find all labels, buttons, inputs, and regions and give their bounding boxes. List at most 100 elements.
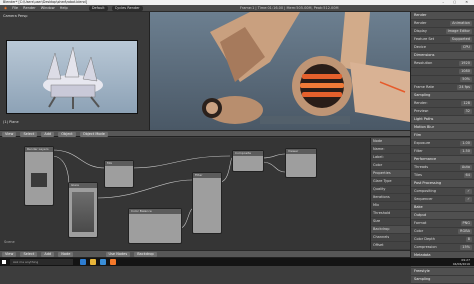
properties-field[interactable]: Color RGBA: [411, 228, 474, 236]
node-prop-row[interactable]: Channels: [371, 234, 410, 242]
properties-field-value[interactable]: 15%: [460, 245, 472, 250]
node-menu[interactable]: Node: [58, 252, 74, 257]
blender-taskbar-icon[interactable]: [110, 259, 116, 265]
properties-section-header[interactable]: Freestyle: [411, 268, 474, 276]
clock-date: 04/06/2016: [452, 262, 470, 266]
node-prop-row[interactable]: Quality: [371, 186, 410, 194]
camera-viewport[interactable]: Camera Persp (1) Plane: [0, 12, 150, 130]
properties-field[interactable]: Device CPU: [411, 44, 474, 52]
properties-field-value[interactable]: Animation: [450, 21, 472, 26]
node-select-menu[interactable]: Select: [20, 252, 38, 257]
menu-render[interactable]: Render: [23, 5, 35, 12]
node-filter[interactable]: Filter: [192, 172, 222, 234]
properties-section-header[interactable]: Post Processing: [411, 180, 474, 188]
add-menu[interactable]: Add: [41, 132, 55, 137]
taskbar-search[interactable]: Ask me anything: [10, 259, 73, 265]
properties-section-header[interactable]: Performance: [411, 156, 474, 164]
properties-field-value[interactable]: 50%: [460, 77, 472, 82]
node-prop-row[interactable]: Mix: [371, 202, 410, 210]
properties-field-value[interactable]: Image Editor: [445, 29, 472, 34]
backdrop-toggle[interactable]: Backdrop: [134, 252, 157, 257]
node-color-balance[interactable]: Color Balance: [128, 208, 182, 244]
use-nodes-toggle[interactable]: Use Nodes: [105, 252, 131, 257]
properties-field-value[interactable]: 64: [463, 173, 472, 178]
node-prop-row[interactable]: Offset: [371, 242, 410, 250]
blender-logo-icon[interactable]: ◉: [4, 5, 7, 12]
properties-field-value[interactable]: PNG: [460, 221, 472, 226]
properties-field-value[interactable]: 24 fps: [457, 85, 472, 90]
node-prop-row[interactable]: Threshold: [371, 210, 410, 218]
properties-field[interactable]: Color Depth 8: [411, 236, 474, 244]
properties-field-value[interactable]: ✓: [465, 197, 472, 202]
properties-field[interactable]: Resolution 1920: [411, 60, 474, 68]
properties-section-header[interactable]: Bake: [411, 204, 474, 212]
properties-field-value[interactable]: 128: [461, 101, 472, 106]
explorer-icon[interactable]: [90, 259, 96, 265]
properties-section-header[interactable]: Sampling: [411, 276, 474, 284]
properties-section-header[interactable]: Sampling: [411, 92, 474, 100]
properties-field-value[interactable]: CPU: [460, 45, 472, 50]
select-menu[interactable]: Select: [20, 132, 38, 137]
menu-help[interactable]: Help: [60, 5, 68, 12]
properties-section-header[interactable]: Light Paths: [411, 116, 474, 124]
node-mix[interactable]: Mix: [104, 160, 134, 188]
node-editor[interactable]: Render Layers Mix Glare Color Balance Fi…: [0, 138, 370, 250]
node-glare[interactable]: Glare: [68, 182, 98, 238]
properties-field-value[interactable]: 1.00: [460, 141, 472, 146]
node-prop-row: Node: [371, 138, 410, 146]
node-render-layers[interactable]: Render Layers: [24, 146, 54, 206]
node-prop-row[interactable]: Size: [371, 218, 410, 226]
node-add-menu[interactable]: Add: [41, 252, 55, 257]
render-viewport[interactable]: [150, 12, 410, 130]
properties-field-value[interactable]: Supported: [449, 37, 472, 42]
properties-field[interactable]: Threads Auto: [411, 164, 474, 172]
render-engine-selector[interactable]: Cycles Render: [111, 5, 143, 11]
properties-field[interactable]: Render: 128: [411, 100, 474, 108]
node-view-menu[interactable]: View: [2, 252, 17, 257]
properties-field-value[interactable]: Auto: [459, 165, 472, 170]
properties-field[interactable]: Tiles 64: [411, 172, 474, 180]
properties-field[interactable]: Exposure 1.00: [411, 140, 474, 148]
properties-field[interactable]: Filter 1.50: [411, 148, 474, 156]
node-prop-row[interactable]: Iterations: [371, 194, 410, 202]
properties-field[interactable]: Render Animation: [411, 20, 474, 28]
properties-section-header[interactable]: Render: [411, 12, 474, 20]
properties-section-header[interactable]: Motion Blur: [411, 124, 474, 132]
properties-field[interactable]: 1080: [411, 68, 474, 76]
windows-start-icon[interactable]: [2, 260, 6, 264]
node-prop-row[interactable]: Name:: [371, 146, 410, 154]
object-menu[interactable]: Object: [58, 132, 76, 137]
properties-field[interactable]: Preview: 32: [411, 108, 474, 116]
node-composite[interactable]: Composite: [232, 150, 264, 172]
menu-window[interactable]: Window: [41, 5, 55, 12]
node-prop-row[interactable]: Label:: [371, 154, 410, 162]
edge-icon[interactable]: [80, 259, 86, 265]
properties-field[interactable]: Format PNG: [411, 220, 474, 228]
properties-section-header[interactable]: Film: [411, 132, 474, 140]
properties-field[interactable]: Feature Set Supported: [411, 36, 474, 44]
properties-field-label: Preview:: [414, 109, 429, 113]
node-prop-row[interactable]: Color: [371, 162, 410, 170]
node-prop-row[interactable]: Glare Type: [371, 178, 410, 186]
properties-field[interactable]: Frame Rate 24 fps: [411, 84, 474, 92]
properties-field[interactable]: Compositing ✓: [411, 188, 474, 196]
properties-field-value[interactable]: ✓: [465, 189, 472, 194]
view-menu[interactable]: View: [2, 132, 17, 137]
properties-field[interactable]: 50%: [411, 76, 474, 84]
layout-selector[interactable]: Default: [88, 5, 108, 11]
properties-field-value[interactable]: 1080: [459, 69, 472, 74]
properties-field[interactable]: Compression 15%: [411, 244, 474, 252]
properties-field-value[interactable]: 1920: [459, 61, 472, 66]
properties-field[interactable]: Display Image Editor: [411, 28, 474, 36]
properties-field-value[interactable]: 8: [465, 237, 472, 242]
properties-field-value[interactable]: 32: [463, 109, 472, 114]
menu-file[interactable]: File: [12, 5, 18, 12]
store-icon[interactable]: [100, 259, 106, 265]
properties-field-value[interactable]: RGBA: [458, 229, 472, 234]
mode-selector[interactable]: Object Mode: [79, 132, 108, 137]
properties-field[interactable]: Sequencer ✓: [411, 196, 474, 204]
properties-section-header[interactable]: Output: [411, 212, 474, 220]
node-viewer[interactable]: Viewer: [285, 148, 317, 178]
properties-section-header[interactable]: Dimensions: [411, 52, 474, 60]
properties-field-value[interactable]: 1.50: [460, 149, 472, 154]
